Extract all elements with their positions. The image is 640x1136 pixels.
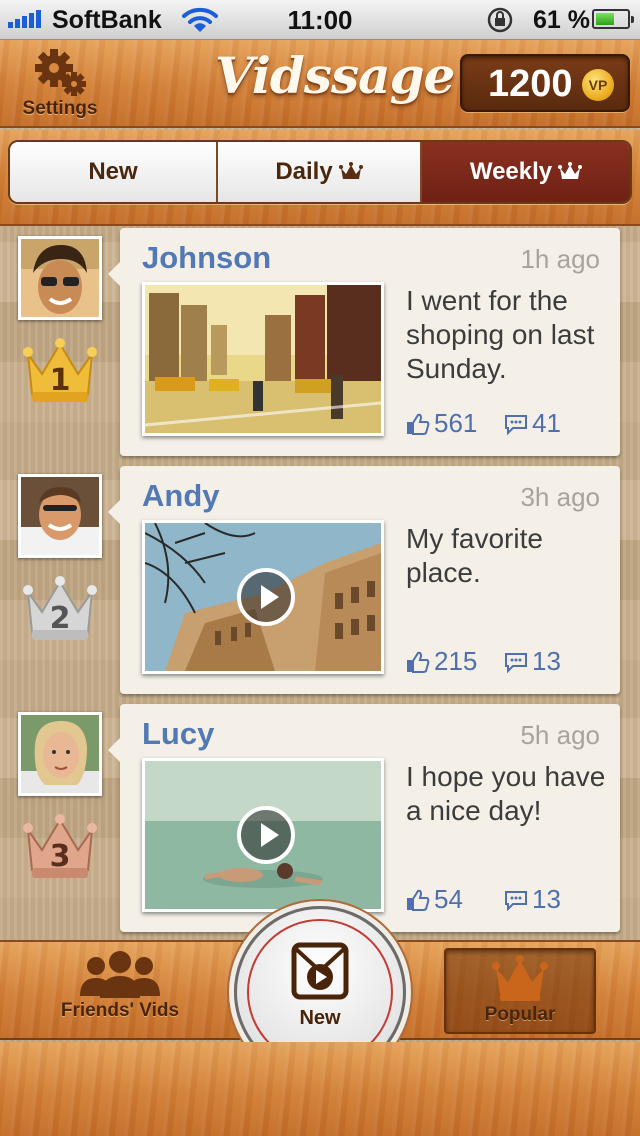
bottom-wood-panel	[0, 1042, 640, 1136]
tab-friends-vids[interactable]: Friends' Vids	[40, 950, 200, 1036]
vp-coin-icon: VP	[582, 69, 614, 101]
bronze-crown-icon: 3	[23, 814, 97, 878]
video-thumbnail[interactable]	[142, 282, 384, 436]
rank-number: 3	[50, 839, 71, 874]
post-message: My favorite place.	[406, 523, 543, 588]
author-name[interactable]: Lucy	[142, 716, 214, 752]
crown-icon	[338, 162, 363, 179]
rank-number: 1	[50, 363, 71, 398]
tab-friends-label: Friends' Vids	[60, 1000, 180, 1021]
tab-weekly[interactable]: Weekly	[422, 142, 630, 202]
battery-percent: 61 %	[533, 6, 590, 34]
author-name[interactable]: Andy	[142, 478, 220, 514]
feed-item: 2 Andy 3h ago My favorite place. 215 13	[0, 466, 640, 694]
comment-count: 41	[532, 408, 561, 438]
crown-icon	[558, 162, 583, 179]
silver-crown-icon: 2	[23, 576, 97, 640]
comment-bubble-icon	[505, 890, 527, 911]
settings-button[interactable]: Settings	[12, 48, 108, 124]
video-message-icon	[291, 942, 349, 1000]
points-balance[interactable]: 1200 VP	[460, 54, 630, 112]
app-logo: Vidssage	[215, 46, 455, 105]
tab-daily[interactable]: Daily	[218, 142, 422, 202]
avatar[interactable]	[18, 712, 102, 796]
post-card[interactable]: Johnson 1h ago I went for the shoping on…	[108, 228, 620, 456]
post-time: 3h ago	[520, 482, 600, 512]
video-thumbnail[interactable]	[142, 758, 384, 912]
thumbs-up-icon	[407, 413, 430, 435]
video-thumbnail[interactable]	[142, 520, 384, 674]
thumbs-up-icon	[407, 889, 430, 911]
like-count: 54	[434, 884, 463, 914]
rank-number: 2	[50, 601, 71, 636]
crown-icon	[492, 955, 548, 1001]
comment-button[interactable]: 41	[504, 408, 561, 439]
like-button[interactable]: 54	[406, 884, 463, 915]
post-message: I went for the shoping on last Sunday.	[406, 285, 595, 384]
comment-count: 13	[532, 884, 561, 914]
play-button[interactable]	[237, 568, 295, 626]
like-button[interactable]: 215	[406, 646, 477, 677]
avatar[interactable]	[18, 474, 102, 558]
play-button[interactable]	[237, 806, 295, 864]
tab-new[interactable]: New	[10, 142, 218, 202]
battery-icon	[592, 9, 634, 29]
status-bar: SoftBank 11:00 61 %	[0, 0, 640, 40]
friends-icon	[80, 951, 160, 998]
comment-bubble-icon	[505, 652, 527, 673]
post-card[interactable]: Lucy 5h ago I hope you have a nice day!	[108, 704, 620, 932]
feed-item: 1 Johnson 1h ago I went for the shoping …	[0, 228, 640, 456]
new-video-label: New	[299, 1007, 341, 1029]
avatar[interactable]	[18, 236, 102, 320]
tab-daily-label: Daily	[275, 158, 333, 185]
comment-bubble-icon	[505, 414, 527, 435]
ranking-feed: 1 Johnson 1h ago I went for the shoping …	[0, 228, 640, 938]
gold-crown-icon: 1	[23, 338, 97, 402]
post-card[interactable]: Andy 3h ago My favorite place. 215 13	[108, 466, 620, 694]
like-count: 215	[434, 646, 478, 676]
ranking-tabs-bar: New Daily Weekly	[0, 130, 640, 226]
like-count: 561	[434, 408, 478, 438]
app-header: Settings Vidssage 1200 VP	[0, 40, 640, 128]
ranking-segmented-control: New Daily Weekly	[8, 140, 632, 204]
tab-popular[interactable]: Popular	[444, 948, 596, 1034]
settings-label: Settings	[22, 98, 98, 119]
comment-button[interactable]: 13	[504, 646, 561, 677]
comment-button[interactable]: 13	[504, 884, 561, 915]
tab-popular-label: Popular	[484, 1004, 556, 1025]
post-time: 5h ago	[520, 720, 600, 750]
tab-weekly-label: Weekly	[469, 158, 553, 185]
points-value: 1200	[488, 63, 573, 105]
thumbs-up-icon	[407, 651, 430, 673]
comment-count: 13	[532, 646, 561, 676]
tab-new-label: New	[88, 158, 138, 185]
gear-icon	[35, 49, 86, 96]
post-time: 1h ago	[520, 244, 600, 274]
feed-item: 3 Lucy 5h ago I hope you have a nice day…	[0, 704, 640, 932]
post-message: I hope you have a nice day!	[406, 761, 606, 826]
rotation-lock-icon	[487, 7, 513, 33]
like-button[interactable]: 561	[406, 408, 477, 439]
author-name[interactable]: Johnson	[142, 240, 271, 276]
